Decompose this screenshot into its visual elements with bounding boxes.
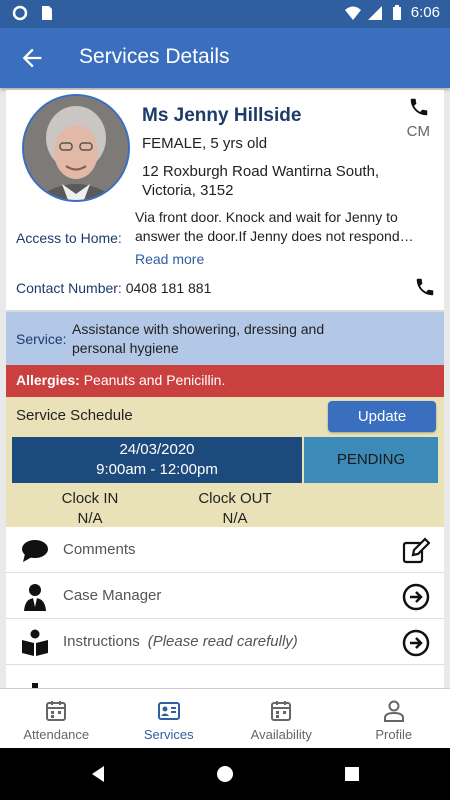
clock-out: Clock OUT N/A (190, 489, 280, 529)
app-bar: Services Details (0, 28, 450, 88)
instructions-label: Instructions (Please read carefully) (63, 633, 298, 650)
client-profile: Ms Jenny Hillside FEMALE, 5 yrs old 12 R… (6, 90, 444, 310)
home-circle-icon[interactable] (215, 764, 235, 784)
clock-in-label: Clock IN (61, 490, 119, 507)
status-badge: PENDING (304, 437, 438, 483)
recents-square-icon[interactable] (342, 764, 362, 784)
calendar-icon (271, 701, 292, 721)
update-button[interactable]: Update (328, 401, 436, 432)
nav-services-label: Services (143, 727, 194, 742)
schedule-heading: Service Schedule (16, 407, 133, 424)
comment-icon (22, 540, 48, 562)
schedule-date-time: 24/03/2020 9:00am - 12:00pm (12, 437, 302, 483)
service-schedule: Service Schedule Update 24/03/2020 9:00a… (6, 397, 444, 527)
book-reader-icon (22, 629, 48, 656)
access-to-home-label: Access to Home: (16, 230, 122, 246)
service-label: Service: (16, 331, 67, 347)
clock-out-value: N/A (222, 510, 248, 527)
battery-icon (392, 4, 401, 20)
record-icon (12, 5, 28, 21)
nav-profile[interactable]: Profile (338, 689, 450, 748)
read-more-link[interactable]: Read more (135, 251, 204, 267)
partial-row (6, 665, 444, 688)
allergies-value: Peanuts and Penicillin. (83, 372, 226, 388)
case-manager-label: CM (406, 123, 430, 140)
client-address: 12 Roxburgh Road Wantirna South, Victori… (142, 163, 380, 199)
nav-services[interactable]: Services (113, 689, 226, 748)
access-to-home-text: Via front door. Knock and wait for Jenny… (135, 209, 414, 244)
nav-availability-label: Availability (250, 727, 312, 742)
arrow-right-circle-icon[interactable] (402, 629, 430, 657)
system-navigation-bar (0, 748, 450, 800)
id-card-icon (157, 702, 180, 720)
schedule-date: 24/03/2020 (119, 441, 195, 458)
back-triangle-icon[interactable] (88, 764, 108, 784)
bottom-navigation: Attendance Services Availability Profile (0, 688, 450, 748)
nav-attendance[interactable]: Attendance (0, 689, 113, 748)
sd-card-icon (42, 6, 52, 20)
arrow-right-circle-icon[interactable] (402, 583, 430, 611)
signal-icon (367, 5, 382, 20)
clock-in: Clock IN N/A (50, 489, 130, 529)
clock-in-value: N/A (77, 510, 103, 527)
service-section: Service: Assistance with showering, dres… (6, 310, 444, 365)
calendar-icon (46, 701, 67, 721)
partial-icon (32, 683, 38, 688)
instructions-hint: (Please read carefully) (147, 633, 298, 650)
call-client-phone-icon[interactable] (414, 276, 436, 298)
comments-label: Comments (63, 541, 136, 558)
status-bar: 6:06 (0, 0, 450, 28)
allergies-label: Allergies: (16, 372, 80, 388)
contact-number: Contact Number: 0408 181 881 (16, 280, 211, 296)
case-manager-row[interactable]: Case Manager (6, 573, 444, 619)
person-outline-icon (383, 700, 404, 722)
nav-attendance-label: Attendance (23, 727, 90, 742)
contact-number-value: 0408 181 881 (125, 280, 212, 296)
call-case-manager-phone-icon[interactable] (408, 96, 430, 118)
nav-profile-label: Profile (375, 727, 413, 742)
nav-availability[interactable]: Availability (225, 689, 338, 748)
person-icon (24, 584, 46, 611)
allergies-banner: Allergies: Peanuts and Penicillin. (6, 365, 444, 397)
clock-out-label: Clock OUT (198, 490, 272, 507)
contact-number-label: Contact Number: (16, 280, 122, 296)
client-avatar (22, 94, 130, 202)
client-gender-age: FEMALE, 5 yrs old (142, 135, 268, 152)
client-name: Ms Jenny Hillside (142, 105, 302, 126)
schedule-time: 9:00am - 12:00pm (96, 461, 218, 478)
service-details-content: Ms Jenny Hillside FEMALE, 5 yrs old 12 R… (6, 90, 444, 688)
status-time: 6:06 (410, 4, 440, 21)
service-value: Assistance with showering, dressing and … (72, 321, 325, 356)
edit-icon[interactable] (402, 537, 430, 565)
wifi-icon (344, 6, 361, 20)
page-title: Services Details (79, 45, 230, 68)
back-arrow-icon[interactable] (18, 44, 46, 72)
case-manager-label-text: Case Manager (63, 587, 162, 604)
instructions-row[interactable]: Instructions (Please read carefully) (6, 619, 444, 665)
instructions-text: Instructions (63, 633, 140, 650)
comments-row[interactable]: Comments (6, 527, 444, 573)
